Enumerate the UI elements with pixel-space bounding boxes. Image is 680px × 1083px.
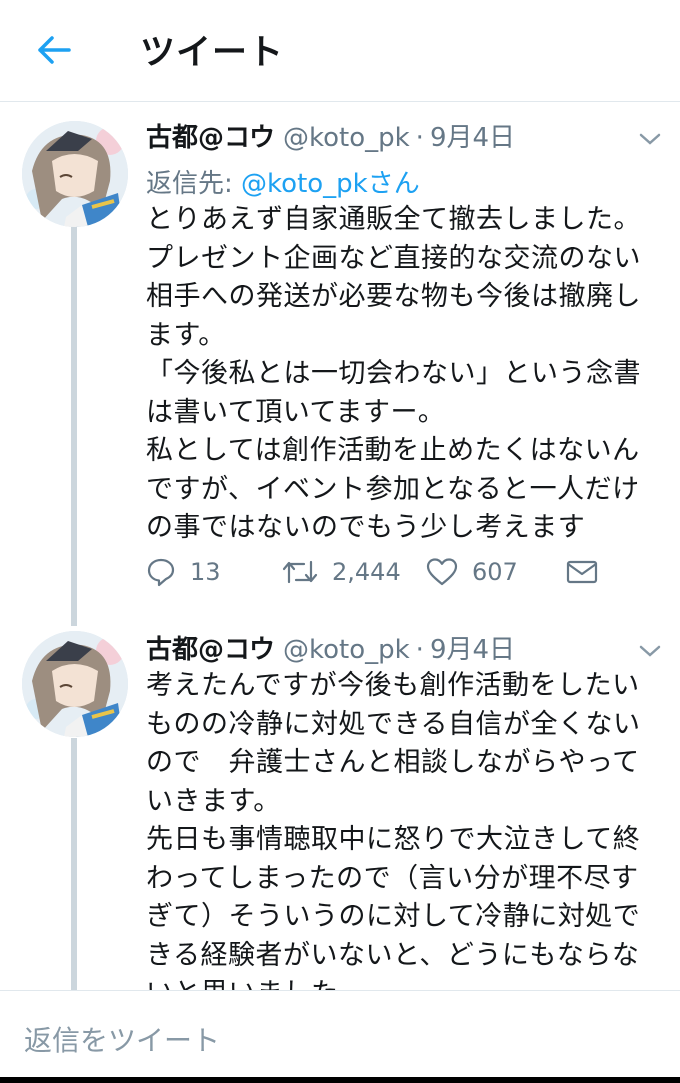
envelope-icon (566, 560, 598, 584)
chevron-down-icon (639, 133, 661, 145)
tweet-text-line: ます。 (146, 319, 226, 351)
avatar-illustration (22, 121, 128, 227)
reply-button[interactable]: 13 (146, 552, 221, 592)
tweet-thread: 古都@コウ @koto_pk · 9月4日 返信先: @koto_pkさん とり… (0, 102, 680, 990)
tweet-text-line: 考えたんですが今後も創作活動をしたい (146, 670, 640, 701)
avatar[interactable] (22, 631, 128, 737)
tweet-text-line: いきます。 (146, 785, 281, 817)
tweet-text-line: 相手への発送が必要な物も今後は撤廃し (146, 281, 641, 312)
tweet-text-line: の事ではないのでもう少し考えます (146, 512, 586, 543)
tweet-text-line: ぎて）そういうのに対して冷静に対処で (146, 901, 641, 932)
display-name[interactable]: 古都@コウ (146, 629, 275, 666)
avatar[interactable] (22, 121, 128, 227)
reply-mention-link[interactable]: @koto_pkさん (241, 169, 420, 199)
tweet-text-line: 私としては創作活動を止めたくはないん (146, 435, 640, 466)
direct-message-button[interactable] (566, 552, 612, 592)
retweet-icon (282, 560, 318, 584)
like-count: 607 (472, 558, 518, 586)
like-button[interactable]: 607 (426, 552, 518, 592)
more-options-button[interactable] (636, 127, 664, 151)
heart-icon (426, 558, 458, 586)
avatar-illustration (22, 631, 128, 737)
back-button[interactable] (26, 22, 82, 78)
system-navigation-bar (0, 1077, 680, 1083)
tweet[interactable]: 古都@コウ @koto_pk · 9月4日 考えたんですが今後も創作活動をしたい… (0, 629, 680, 990)
tweet-text-line: は書いて頂いてますー。 (146, 396, 446, 428)
reply-composer: 返信をツイート (0, 990, 680, 1083)
tweet-actions: 13 2,444 607 (146, 552, 620, 592)
page-title: ツイート (140, 33, 285, 73)
tweet-text-line: プレゼント企画など直接的な交流のない (146, 242, 641, 274)
user-handle[interactable]: @koto_pk (283, 123, 410, 153)
tweet-text-line: ものの冷静に対処できる自信が全くない (146, 708, 641, 740)
reply-icon (147, 558, 175, 587)
tweet-text-line: きる経験者がいないと、どうにもならな (146, 939, 640, 971)
tweet-text-line: ので 弁護士さんと相談しながらやって (146, 747, 640, 778)
display-name[interactable]: 古都@コウ (146, 117, 275, 154)
tweet-text-line: ですが、イベント参加となると一人だけ (146, 473, 640, 505)
tweet-text-line: わってしまったので（言い分が理不尽す (146, 862, 639, 894)
separator-dot: · (415, 123, 424, 153)
reply-label: 返信先: (146, 169, 233, 199)
tweet-text-line: いと思いました。 (146, 975, 672, 990)
tweet[interactable]: 古都@コウ @koto_pk · 9月4日 返信先: @koto_pkさん とり… (0, 117, 680, 617)
reply-context: 返信先: @koto_pkさん (146, 163, 420, 200)
tweet-date[interactable]: 9月4日 (430, 629, 515, 666)
more-options-button[interactable] (636, 639, 664, 663)
reply-count: 13 (190, 558, 221, 586)
tweet-header: 古都@コウ @koto_pk · 9月4日 (146, 117, 660, 161)
tweet-text-line: 「今後私とは一切会わない」という念書 (146, 358, 641, 389)
chevron-down-icon (639, 645, 661, 657)
top-app-bar: ツイート (0, 0, 680, 102)
user-handle[interactable]: @koto_pk (283, 635, 410, 665)
tweet-text-line: 先日も事情聴取中に怒りで大泣きして終 (146, 824, 641, 855)
reply-input[interactable]: 返信をツイート (24, 1019, 220, 1059)
tweet-text: とりあえず自家通販全て撤去しました。 プレゼント企画など直接的な交流のない 相手… (146, 201, 672, 548)
back-arrow-icon (38, 36, 71, 64)
retweet-button[interactable]: 2,444 (282, 552, 401, 592)
tweet-date[interactable]: 9月4日 (430, 117, 515, 154)
tweet-text: 考えたんですが今後も創作活動をしたい ものの冷静に対処できる自信が全くない ので… (146, 667, 672, 990)
retweet-count: 2,444 (332, 558, 401, 586)
tweet-text-line: とりあえず自家通販全て撤去しました。 (146, 204, 641, 235)
separator-dot: · (415, 635, 424, 665)
